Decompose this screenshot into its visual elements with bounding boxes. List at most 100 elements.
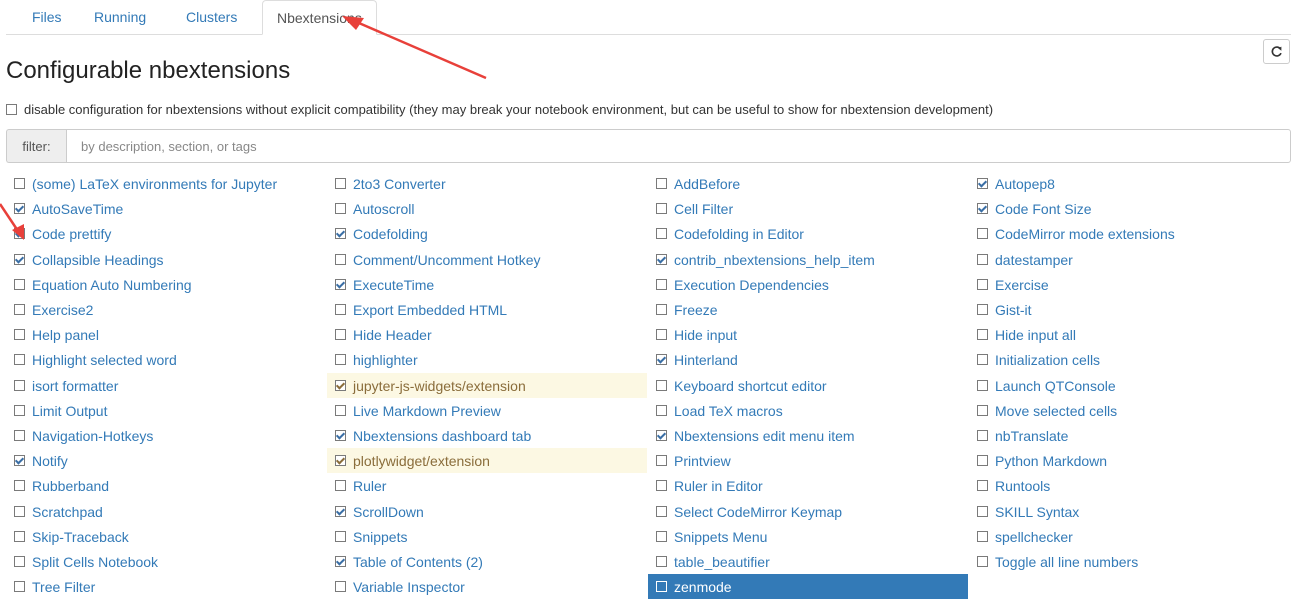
checked-checkbox-icon[interactable] <box>335 556 346 567</box>
tab-clusters[interactable]: Clusters <box>172 0 251 34</box>
checkbox-icon[interactable] <box>656 178 667 189</box>
checkbox-icon[interactable] <box>14 354 25 365</box>
checkbox-icon[interactable] <box>14 380 25 391</box>
extension-item[interactable]: Hide input all <box>969 322 1289 347</box>
checkbox-icon[interactable] <box>977 354 988 365</box>
extension-item[interactable]: nbTranslate <box>969 423 1289 448</box>
extension-item[interactable]: Autopep8 <box>969 171 1289 196</box>
checked-checkbox-icon[interactable] <box>656 254 667 265</box>
extension-item[interactable]: Select CodeMirror Keymap <box>648 499 968 524</box>
extension-item[interactable]: spellchecker <box>969 524 1289 549</box>
checked-checkbox-icon[interactable] <box>335 455 346 466</box>
extension-item[interactable]: Hinterland <box>648 347 968 372</box>
extension-item[interactable]: Codefolding <box>327 221 647 246</box>
checkbox-icon[interactable] <box>977 279 988 290</box>
extension-item[interactable]: Code Font Size <box>969 196 1289 221</box>
checkbox-icon[interactable] <box>977 506 988 517</box>
extension-item[interactable]: Table of Contents (2) <box>327 549 647 574</box>
checkbox-icon[interactable] <box>977 304 988 315</box>
extension-item[interactable]: Runtools <box>969 473 1289 498</box>
checkbox-icon[interactable] <box>14 329 25 340</box>
checked-checkbox-icon[interactable] <box>335 279 346 290</box>
checkbox-icon[interactable] <box>14 304 25 315</box>
checkbox-icon[interactable] <box>14 556 25 567</box>
extension-item[interactable]: Initialization cells <box>969 347 1289 372</box>
checkbox-icon[interactable] <box>14 430 25 441</box>
extension-item[interactable]: CodeMirror mode extensions <box>969 221 1289 246</box>
checkbox-icon[interactable] <box>656 506 667 517</box>
extension-item[interactable]: Launch QTConsole <box>969 373 1289 398</box>
extension-item[interactable]: plotlywidget/extension <box>327 448 647 473</box>
checkbox-icon[interactable] <box>977 480 988 491</box>
checkbox-icon[interactable] <box>335 178 346 189</box>
checkbox-icon[interactable] <box>977 254 988 265</box>
extension-item[interactable]: Comment/Uncomment Hotkey <box>327 247 647 272</box>
extension-item[interactable]: Snippets Menu <box>648 524 968 549</box>
checkbox-icon[interactable] <box>335 203 346 214</box>
checkbox-icon[interactable] <box>335 581 346 592</box>
checked-checkbox-icon[interactable] <box>977 203 988 214</box>
extension-item[interactable]: AddBefore <box>648 171 968 196</box>
checkbox-icon[interactable] <box>656 304 667 315</box>
checkbox-icon[interactable] <box>14 405 25 416</box>
checkbox-icon[interactable] <box>14 506 25 517</box>
extension-item[interactable]: Nbextensions dashboard tab <box>327 423 647 448</box>
checked-checkbox-icon[interactable] <box>14 254 25 265</box>
extension-item[interactable]: Collapsible Headings <box>6 247 326 272</box>
checkbox-icon[interactable] <box>14 531 25 542</box>
extension-item[interactable]: Snippets <box>327 524 647 549</box>
tab-nbextensions[interactable]: Nbextensions <box>262 0 377 35</box>
extension-item[interactable]: Ruler <box>327 473 647 498</box>
extension-item[interactable]: Cell Filter <box>648 196 968 221</box>
checked-checkbox-icon[interactable] <box>14 203 25 214</box>
extension-item[interactable]: Hide Header <box>327 322 647 347</box>
checkbox-icon[interactable] <box>656 279 667 290</box>
checkbox-icon[interactable] <box>656 480 667 491</box>
extension-item[interactable]: Python Markdown <box>969 448 1289 473</box>
extension-item[interactable]: (some) LaTeX environments for Jupyter <box>6 171 326 196</box>
extension-item[interactable]: Scratchpad <box>6 499 326 524</box>
extension-item[interactable]: ScrollDown <box>327 499 647 524</box>
extension-item[interactable]: Exercise2 <box>6 297 326 322</box>
extension-item[interactable]: Split Cells Notebook <box>6 549 326 574</box>
extension-item[interactable]: jupyter-js-widgets/extension <box>327 373 647 398</box>
extension-item[interactable]: Navigation-Hotkeys <box>6 423 326 448</box>
extension-item[interactable]: Variable Inspector <box>327 574 647 599</box>
checkbox-icon[interactable] <box>977 556 988 567</box>
compat-checkbox[interactable] <box>6 103 17 115</box>
extension-item[interactable]: SKILL Syntax <box>969 499 1289 524</box>
extension-item[interactable]: Gist-it <box>969 297 1289 322</box>
extension-item[interactable]: Notify <box>6 448 326 473</box>
checked-checkbox-icon[interactable] <box>335 228 346 239</box>
checkbox-icon[interactable] <box>656 380 667 391</box>
extension-item[interactable]: AutoSaveTime <box>6 196 326 221</box>
checkbox-icon[interactable] <box>656 556 667 567</box>
checkbox-icon[interactable] <box>977 531 988 542</box>
extension-item[interactable]: ExecuteTime <box>327 272 647 297</box>
checked-checkbox-icon[interactable] <box>977 178 988 189</box>
extension-item[interactable]: Tree Filter <box>6 574 326 599</box>
checkbox-icon[interactable] <box>656 581 667 592</box>
checkbox-icon[interactable] <box>977 430 988 441</box>
extension-item[interactable]: Nbextensions edit menu item <box>648 423 968 448</box>
extension-item[interactable]: Keyboard shortcut editor <box>648 373 968 398</box>
checked-checkbox-icon[interactable] <box>335 430 346 441</box>
checkbox-icon[interactable] <box>656 203 667 214</box>
extension-item[interactable]: contrib_nbextensions_help_item <box>648 247 968 272</box>
extension-item[interactable]: Skip-Traceback <box>6 524 326 549</box>
extension-item[interactable]: Toggle all line numbers <box>969 549 1289 574</box>
checkbox-icon[interactable] <box>977 329 988 340</box>
checkbox-icon[interactable] <box>656 455 667 466</box>
checkbox-icon[interactable] <box>335 405 346 416</box>
checkbox-icon[interactable] <box>335 531 346 542</box>
extension-item[interactable]: Export Embedded HTML <box>327 297 647 322</box>
extension-item[interactable]: Freeze <box>648 297 968 322</box>
checkbox-icon[interactable] <box>14 279 25 290</box>
checkbox-icon[interactable] <box>977 228 988 239</box>
checkbox-icon[interactable] <box>14 581 25 592</box>
extension-item[interactable]: isort formatter <box>6 373 326 398</box>
extension-item[interactable]: Load TeX macros <box>648 398 968 423</box>
checked-checkbox-icon[interactable] <box>14 455 25 466</box>
refresh-button[interactable] <box>1263 39 1290 64</box>
checkbox-icon[interactable] <box>335 329 346 340</box>
